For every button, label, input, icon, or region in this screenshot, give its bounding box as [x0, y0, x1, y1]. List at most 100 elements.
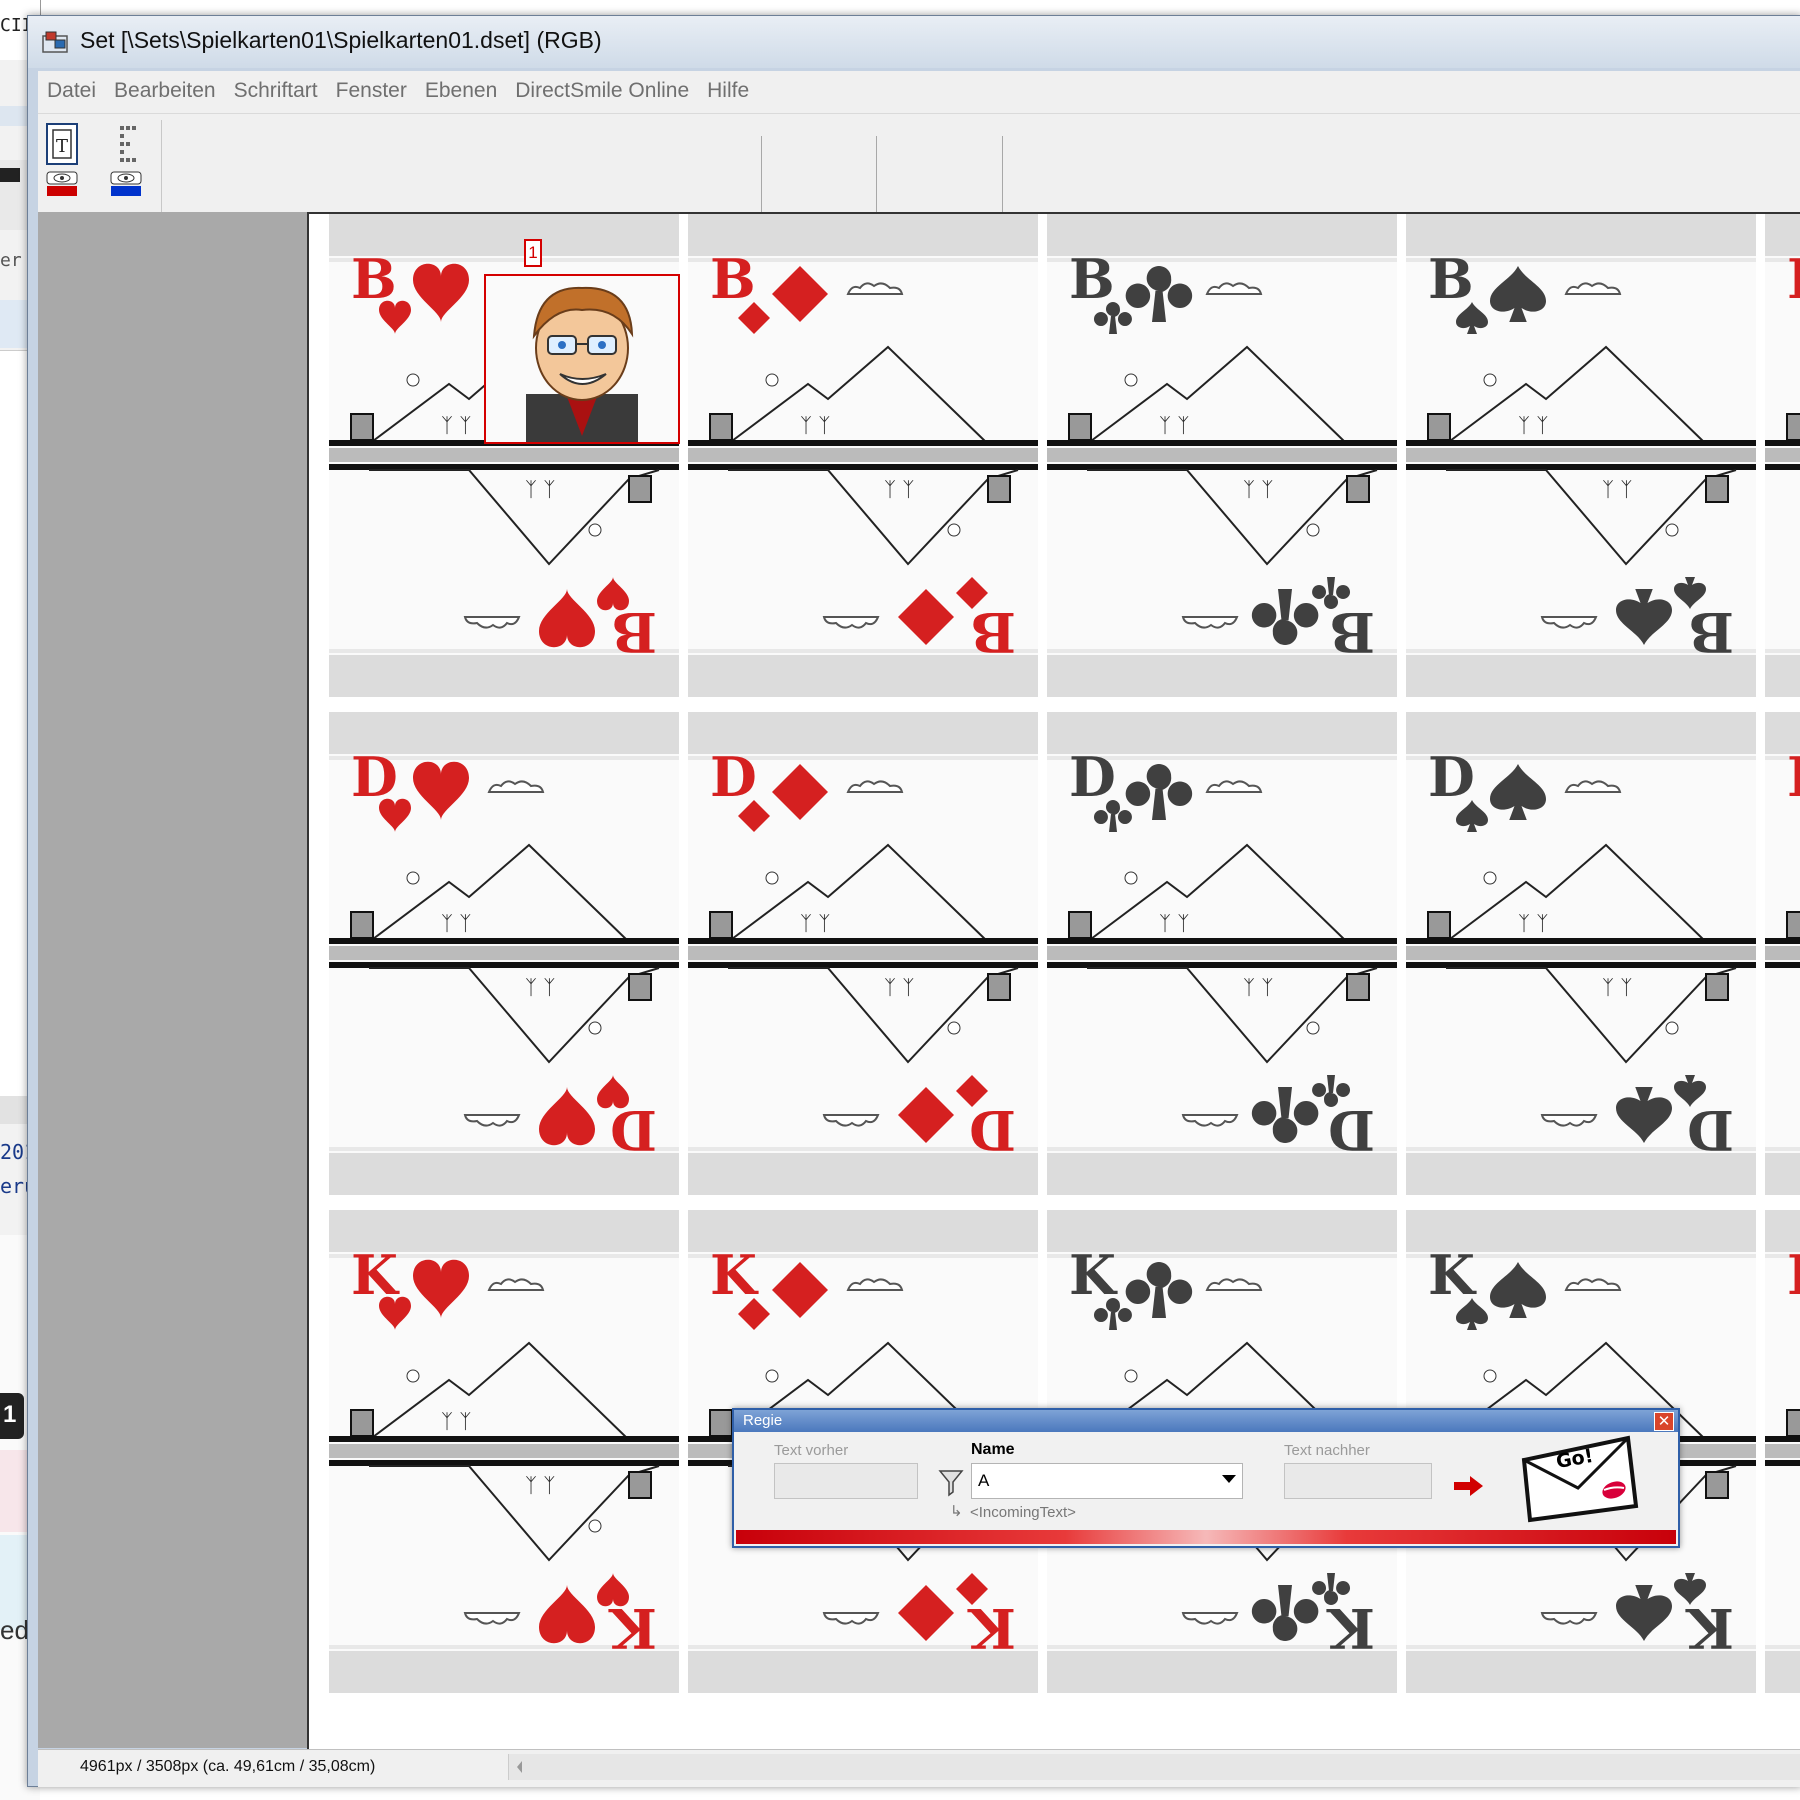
selection-number-badge: 1 — [524, 239, 542, 267]
pipe-icon — [350, 1409, 374, 1437]
palm-tree-icon: ᛉ ᛉ — [800, 413, 830, 437]
pipe-icon — [1068, 911, 1092, 939]
pipe-icon — [1346, 475, 1370, 503]
menu-directsmile-online[interactable]: DirectSmile Online — [506, 71, 698, 113]
card-rank: B — [1428, 247, 1474, 311]
avatar-portrait-image — [526, 286, 638, 442]
card-rank: D — [1787, 745, 1800, 809]
character-set-tool[interactable] — [108, 122, 148, 212]
menu-datei[interactable]: Datei — [38, 71, 105, 113]
app-window: Set [\Sets\Spielkarten01\Spielkarten01.d… — [27, 15, 1800, 1787]
card-rank: K — [1326, 1596, 1375, 1660]
palm-tree-icon: ᛉ ᛉ — [525, 975, 555, 999]
card-artwork: B ᛉ ᛉ ᛉ ᛉ B — [688, 214, 1038, 697]
card-rank: D — [710, 745, 757, 809]
card-rank: D — [1069, 745, 1116, 809]
menu-bearbeiten[interactable]: Bearbeiten — [105, 71, 225, 113]
palm-tree-icon: ᛉ ᛉ — [1518, 413, 1548, 437]
pipe-icon — [1786, 413, 1800, 441]
name-dropdown-value: A — [978, 1471, 990, 1490]
pipe-icon — [1786, 1409, 1800, 1437]
pipe-icon — [1427, 413, 1451, 441]
card-rank: K — [1685, 1596, 1734, 1660]
card-artwork: B ᛉ ᛉ ᛉ ᛉ B — [1406, 214, 1756, 697]
playing-card[interactable]: Dᛉ ᛉᛉ ᛉD — [688, 712, 1038, 1195]
palm-tree-icon: ᛉ ᛉ — [800, 911, 830, 935]
palm-tree-icon: ᛉ ᛉ — [441, 1409, 471, 1433]
card-artwork: Dᛉ ᛉᛉ ᛉD — [1765, 712, 1800, 1195]
playing-card[interactable]: Kᛉ ᛉᛉ ᛉK — [1765, 1210, 1800, 1693]
card-rank: K — [351, 1243, 400, 1307]
text-frame-tool[interactable]: T — [44, 122, 84, 212]
status-bar: 4961px / 3508px (ca. 49,61cm / 35,08cm) — [38, 1749, 1800, 1787]
card-rank: B — [970, 600, 1016, 664]
selected-image-frame[interactable]: 1 — [484, 239, 680, 444]
pipe-icon — [1705, 475, 1729, 503]
playing-card[interactable]: Dᛉ ᛉᛉ ᛉD — [329, 712, 679, 1195]
regie-panel: Regie ✕ Text vorher Name A ↳ <IncomingTe… — [732, 1408, 1680, 1548]
pipe-icon — [1786, 911, 1800, 939]
name-dropdown[interactable]: A — [971, 1463, 1243, 1499]
incoming-text-hint: <IncomingText> — [970, 1504, 1076, 1521]
text-after-input[interactable] — [1284, 1463, 1432, 1499]
menu-schriftart[interactable]: Schriftart — [225, 71, 327, 113]
chevron-down-icon[interactable] — [1222, 1475, 1236, 1483]
pipe-icon — [709, 1409, 733, 1437]
card-rank: B — [1329, 600, 1375, 664]
pipe-icon — [987, 475, 1011, 503]
title-bar[interactable]: Set [\Sets\Spielkarten01\Spielkarten01.d… — [28, 16, 1800, 68]
toolbar: T — [38, 114, 1800, 227]
card-rank: K — [967, 1596, 1016, 1660]
palm-tree-icon: ᛉ ᛉ — [441, 413, 471, 437]
background-window-icon — [0, 168, 20, 182]
arrow-right-icon — [1454, 1476, 1483, 1496]
svg-text:T: T — [56, 136, 68, 157]
palm-tree-icon: ᛉ ᛉ — [525, 1473, 555, 1497]
card-rank: B — [1069, 247, 1115, 311]
toolbar-separator — [761, 136, 762, 222]
card-artwork: B ᛉ ᛉ ᛉ ᛉ B — [1047, 214, 1397, 697]
text-after-label: Text nachher — [1284, 1442, 1370, 1459]
visibility-eye-icon[interactable] — [108, 170, 148, 200]
card-artwork: K ᛉ ᛉ ᛉ ᛉ K — [329, 1210, 679, 1693]
text-before-label: Text vorher — [774, 1442, 849, 1459]
playing-card[interactable]: Bᛉ ᛉᛉ ᛉB — [1047, 214, 1397, 697]
close-icon[interactable]: ✕ — [1654, 1412, 1674, 1431]
card-rank: B — [1688, 600, 1734, 664]
playing-card[interactable]: Dᛉ ᛉᛉ ᛉD — [1765, 712, 1800, 1195]
playing-card[interactable]: Bᛉ ᛉᛉ ᛉB — [1765, 214, 1800, 697]
regie-titlebar[interactable]: Regie ✕ — [734, 1410, 1678, 1432]
playing-card[interactable]: Dᛉ ᛉᛉ ᛉD — [1406, 712, 1756, 1195]
pipe-icon — [987, 973, 1011, 1001]
card-rank: B — [1787, 247, 1800, 311]
playing-card[interactable]: Dᛉ ᛉᛉ ᛉD — [1047, 712, 1397, 1195]
menu-fenster[interactable]: Fenster — [327, 71, 416, 113]
pipe-icon — [628, 475, 652, 503]
card-rank: K — [1069, 1243, 1118, 1307]
go-button[interactable]: Go! — [1516, 1434, 1644, 1526]
playing-card[interactable]: B ᛉ ᛉ ᛉ ᛉ B — [1406, 214, 1756, 697]
horizontal-scrollbar[interactable] — [508, 1754, 1800, 1780]
card-rank: D — [1428, 745, 1475, 809]
palm-tree-icon: ᛉ ᛉ — [1518, 911, 1548, 935]
menu-hilfe[interactable]: Hilfe — [698, 71, 758, 113]
text-before-input[interactable] — [774, 1463, 918, 1499]
card-rank: B — [710, 247, 756, 311]
pipe-icon — [1427, 911, 1451, 939]
scroll-left-arrow-icon[interactable] — [513, 1757, 527, 1777]
menu-bar: Datei Bearbeiten Schriftart Fenster Ebenen Di… — [38, 71, 1800, 114]
playing-card[interactable]: Bᛉ ᛉᛉ ᛉB — [688, 214, 1038, 697]
background-badge: 1 — [0, 1393, 24, 1439]
visibility-eye-icon[interactable] — [44, 170, 84, 200]
toolbar-separator — [876, 136, 877, 222]
playing-card[interactable]: Kᛉ ᛉᛉ ᛉK — [329, 1210, 679, 1693]
menu-ebenen[interactable]: Ebenen — [416, 71, 506, 113]
filter-icon[interactable] — [938, 1467, 964, 1497]
card-artwork: Dᛉ ᛉᛉ ᛉD — [688, 712, 1038, 1195]
toolbar-separator — [1002, 136, 1003, 222]
palm-tree-icon: ᛉ ᛉ — [1602, 477, 1632, 501]
card-artwork: Dᛉ ᛉᛉ ᛉD — [1047, 712, 1397, 1195]
toolbar-separator — [161, 120, 162, 220]
palm-tree-icon: ᛉ ᛉ — [1159, 413, 1189, 437]
regie-title: Regie — [743, 1412, 783, 1429]
